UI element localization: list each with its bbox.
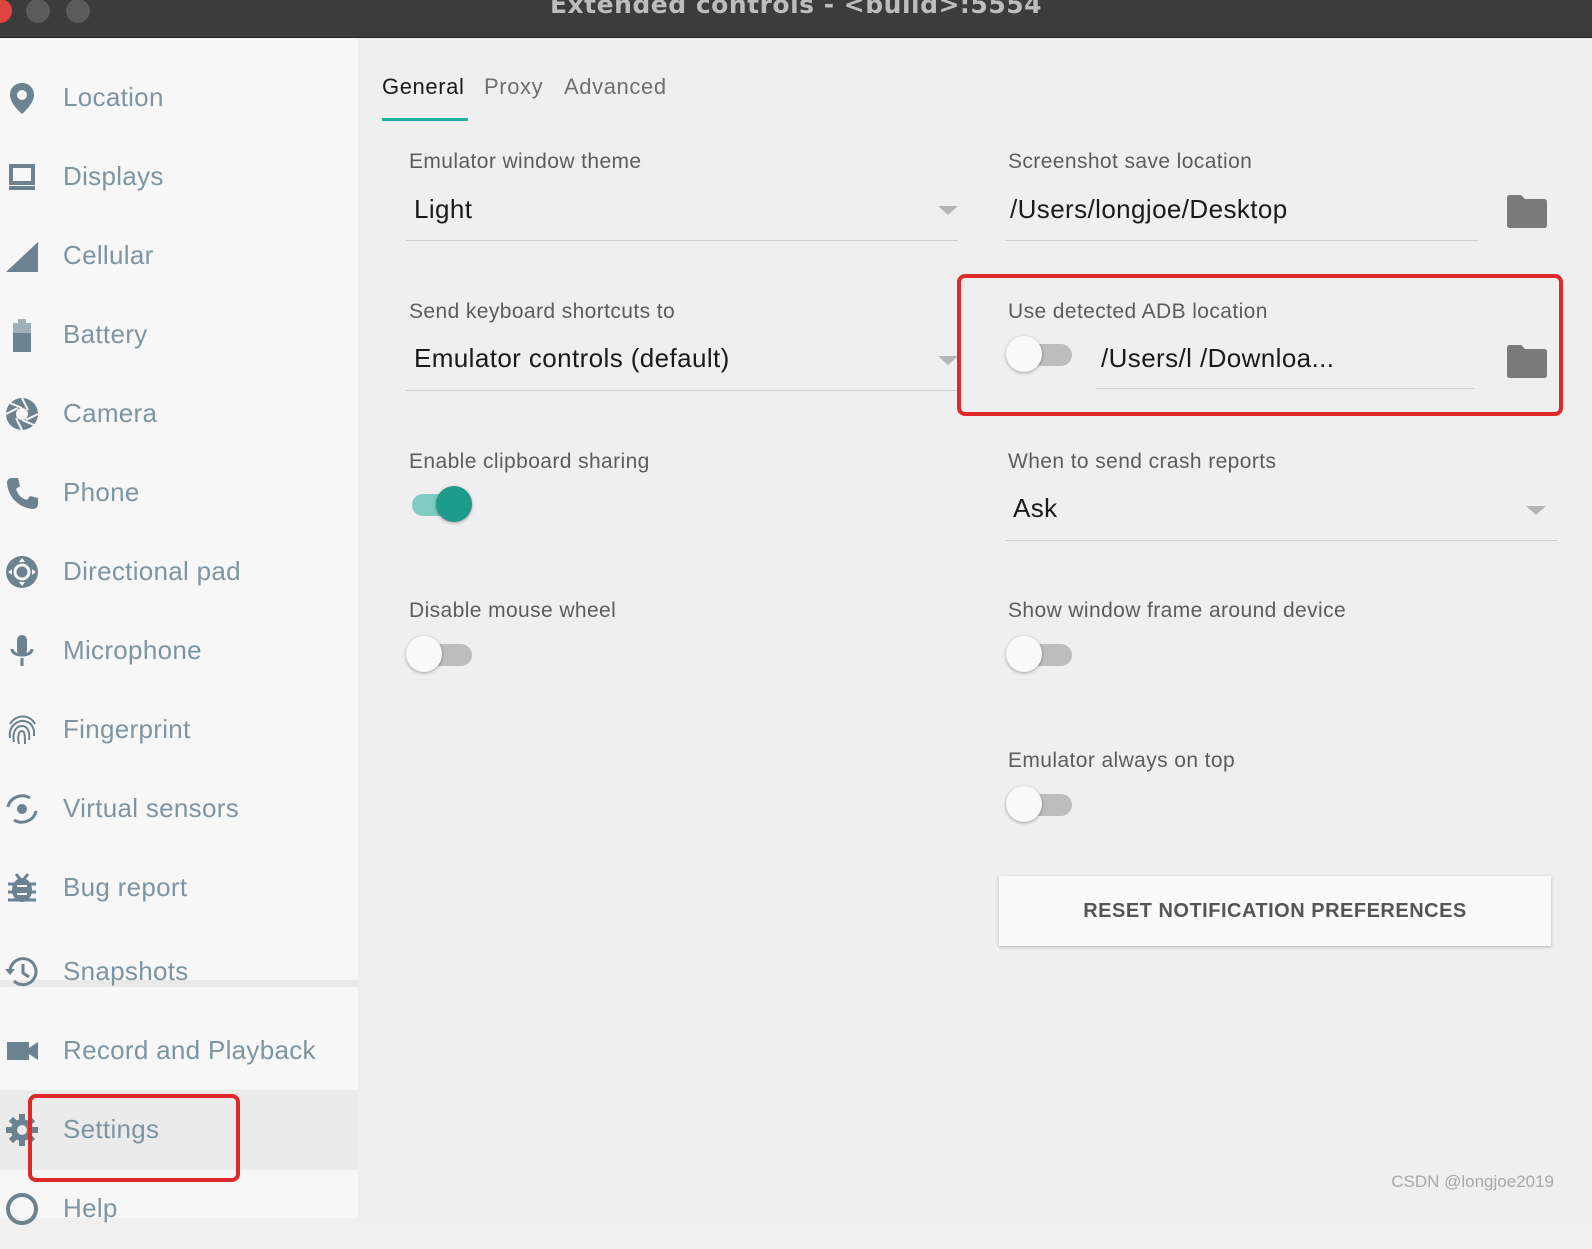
mouse-wheel-toggle[interactable] (406, 636, 472, 672)
location-pin-icon (10, 83, 34, 114)
shortcuts-value: Emulator controls (default) (414, 343, 730, 373)
toggle-knob (1006, 636, 1042, 672)
tab-general[interactable]: General (382, 74, 464, 100)
chevron-down-icon (938, 356, 958, 365)
sidebar-item-microphone[interactable]: Microphone (0, 611, 358, 691)
sidebar-item-phone[interactable]: Phone (0, 453, 358, 533)
watermark: CSDN @longjoe2019 (1391, 1172, 1554, 1191)
sidebar-item-label: Snapshots (63, 956, 189, 986)
history-icon (5, 957, 38, 987)
sidebar-item-label: Record and Playback (63, 1035, 316, 1065)
sidebar-item-label: Location (63, 82, 164, 112)
chevron-down-icon (938, 206, 958, 215)
video-camera-icon (7, 1042, 38, 1060)
sidebar-item-directional-pad[interactable]: Directional pad (0, 532, 358, 612)
always-on-top-label: Emulator always on top (1008, 749, 1236, 772)
theme-value: Light (414, 194, 473, 224)
sidebar-item-battery[interactable]: Battery (0, 295, 358, 375)
cellular-signal-icon (6, 242, 38, 272)
sidebar-item-snapshots[interactable]: Snapshots (0, 932, 358, 1012)
sidebar-item-label: Microphone (63, 635, 202, 665)
theme-label: Emulator window theme (409, 150, 642, 173)
sidebar-item-label: Fingerprint (63, 714, 191, 744)
shortcuts-underline (406, 390, 958, 391)
settings-panel: General Proxy Advanced Emulator window t… (358, 38, 1592, 1218)
screenshot-location-label: Screenshot save location (1008, 150, 1253, 173)
sidebar-item-label: Phone (63, 477, 140, 507)
clipboard-label: Enable clipboard sharing (409, 450, 650, 473)
toggle-knob (1006, 786, 1042, 822)
window-title: Extended controls - <build>:5554 (549, 0, 1043, 19)
phone-icon (7, 478, 38, 509)
sidebar-item-cellular[interactable]: Cellular (0, 216, 358, 296)
screenshot-location-field[interactable]: /Users/longjoe/Desktop (1010, 194, 1288, 225)
sidebar-item-location[interactable]: Location (0, 58, 358, 138)
always-on-top-toggle[interactable] (1006, 786, 1072, 822)
shortcuts-label: Send keyboard shortcuts to (409, 300, 676, 323)
tab-proxy[interactable]: Proxy (484, 74, 543, 100)
sidebar-item-label: Help (63, 1193, 118, 1223)
rotation-sensor-icon (6, 794, 38, 824)
folder-icon[interactable] (1507, 194, 1547, 228)
sidebar-item-displays[interactable]: Displays (0, 137, 358, 217)
highlight-box-settings (28, 1094, 240, 1182)
sidebar-item-virtual-sensors[interactable]: Virtual sensors (0, 769, 358, 849)
bug-icon (8, 873, 36, 902)
highlight-box-adb (957, 274, 1563, 416)
clipboard-toggle[interactable] (406, 486, 472, 522)
sidebar-item-label: Virtual sensors (63, 793, 239, 823)
battery-icon (13, 319, 31, 352)
sidebar: Location Displays Cellular Battery Camer… (0, 38, 358, 1225)
sidebar-item-label: Displays (63, 161, 164, 191)
window-frame-label: Show window frame around device (1008, 599, 1347, 622)
sidebar-item-camera[interactable]: Camera (0, 374, 358, 454)
sidebar-item-label: Cellular (63, 240, 154, 270)
theme-underline (406, 240, 958, 241)
sidebar-item-label: Battery (63, 319, 148, 349)
tab-advanced[interactable]: Advanced (564, 74, 667, 100)
dpad-icon (6, 556, 38, 588)
sidebar-item-label: Bug report (63, 872, 188, 902)
help-icon (6, 1193, 38, 1225)
sidebar-item-fingerprint[interactable]: Fingerprint (0, 690, 358, 770)
crash-reports-value: Ask (1013, 493, 1058, 523)
toggle-knob (436, 486, 472, 522)
sidebar-item-label: Camera (63, 398, 158, 428)
display-icon (9, 164, 35, 190)
crash-reports-underline (1005, 540, 1557, 541)
title-bar: Extended controls - <build>:5554 (0, 0, 1592, 38)
sidebar-item-record-and-playback[interactable]: Record and Playback (0, 1011, 358, 1091)
reset-notification-preferences-button[interactable]: RESET NOTIFICATION PREFERENCES (999, 876, 1551, 946)
chevron-down-icon (1526, 506, 1546, 515)
mouse-wheel-label: Disable mouse wheel (409, 599, 617, 622)
window-frame-toggle[interactable] (1006, 636, 1072, 672)
active-tab-indicator (382, 118, 468, 121)
crash-reports-label: When to send crash reports (1008, 450, 1277, 473)
screenshot-location-underline (1005, 240, 1479, 241)
toggle-knob (406, 636, 442, 672)
camera-aperture-icon (5, 397, 39, 431)
sidebar-item-bug-report[interactable]: Bug report (0, 848, 358, 928)
fingerprint-icon (8, 715, 36, 745)
sidebar-item-label: Directional pad (63, 556, 241, 586)
microphone-icon (10, 635, 34, 666)
